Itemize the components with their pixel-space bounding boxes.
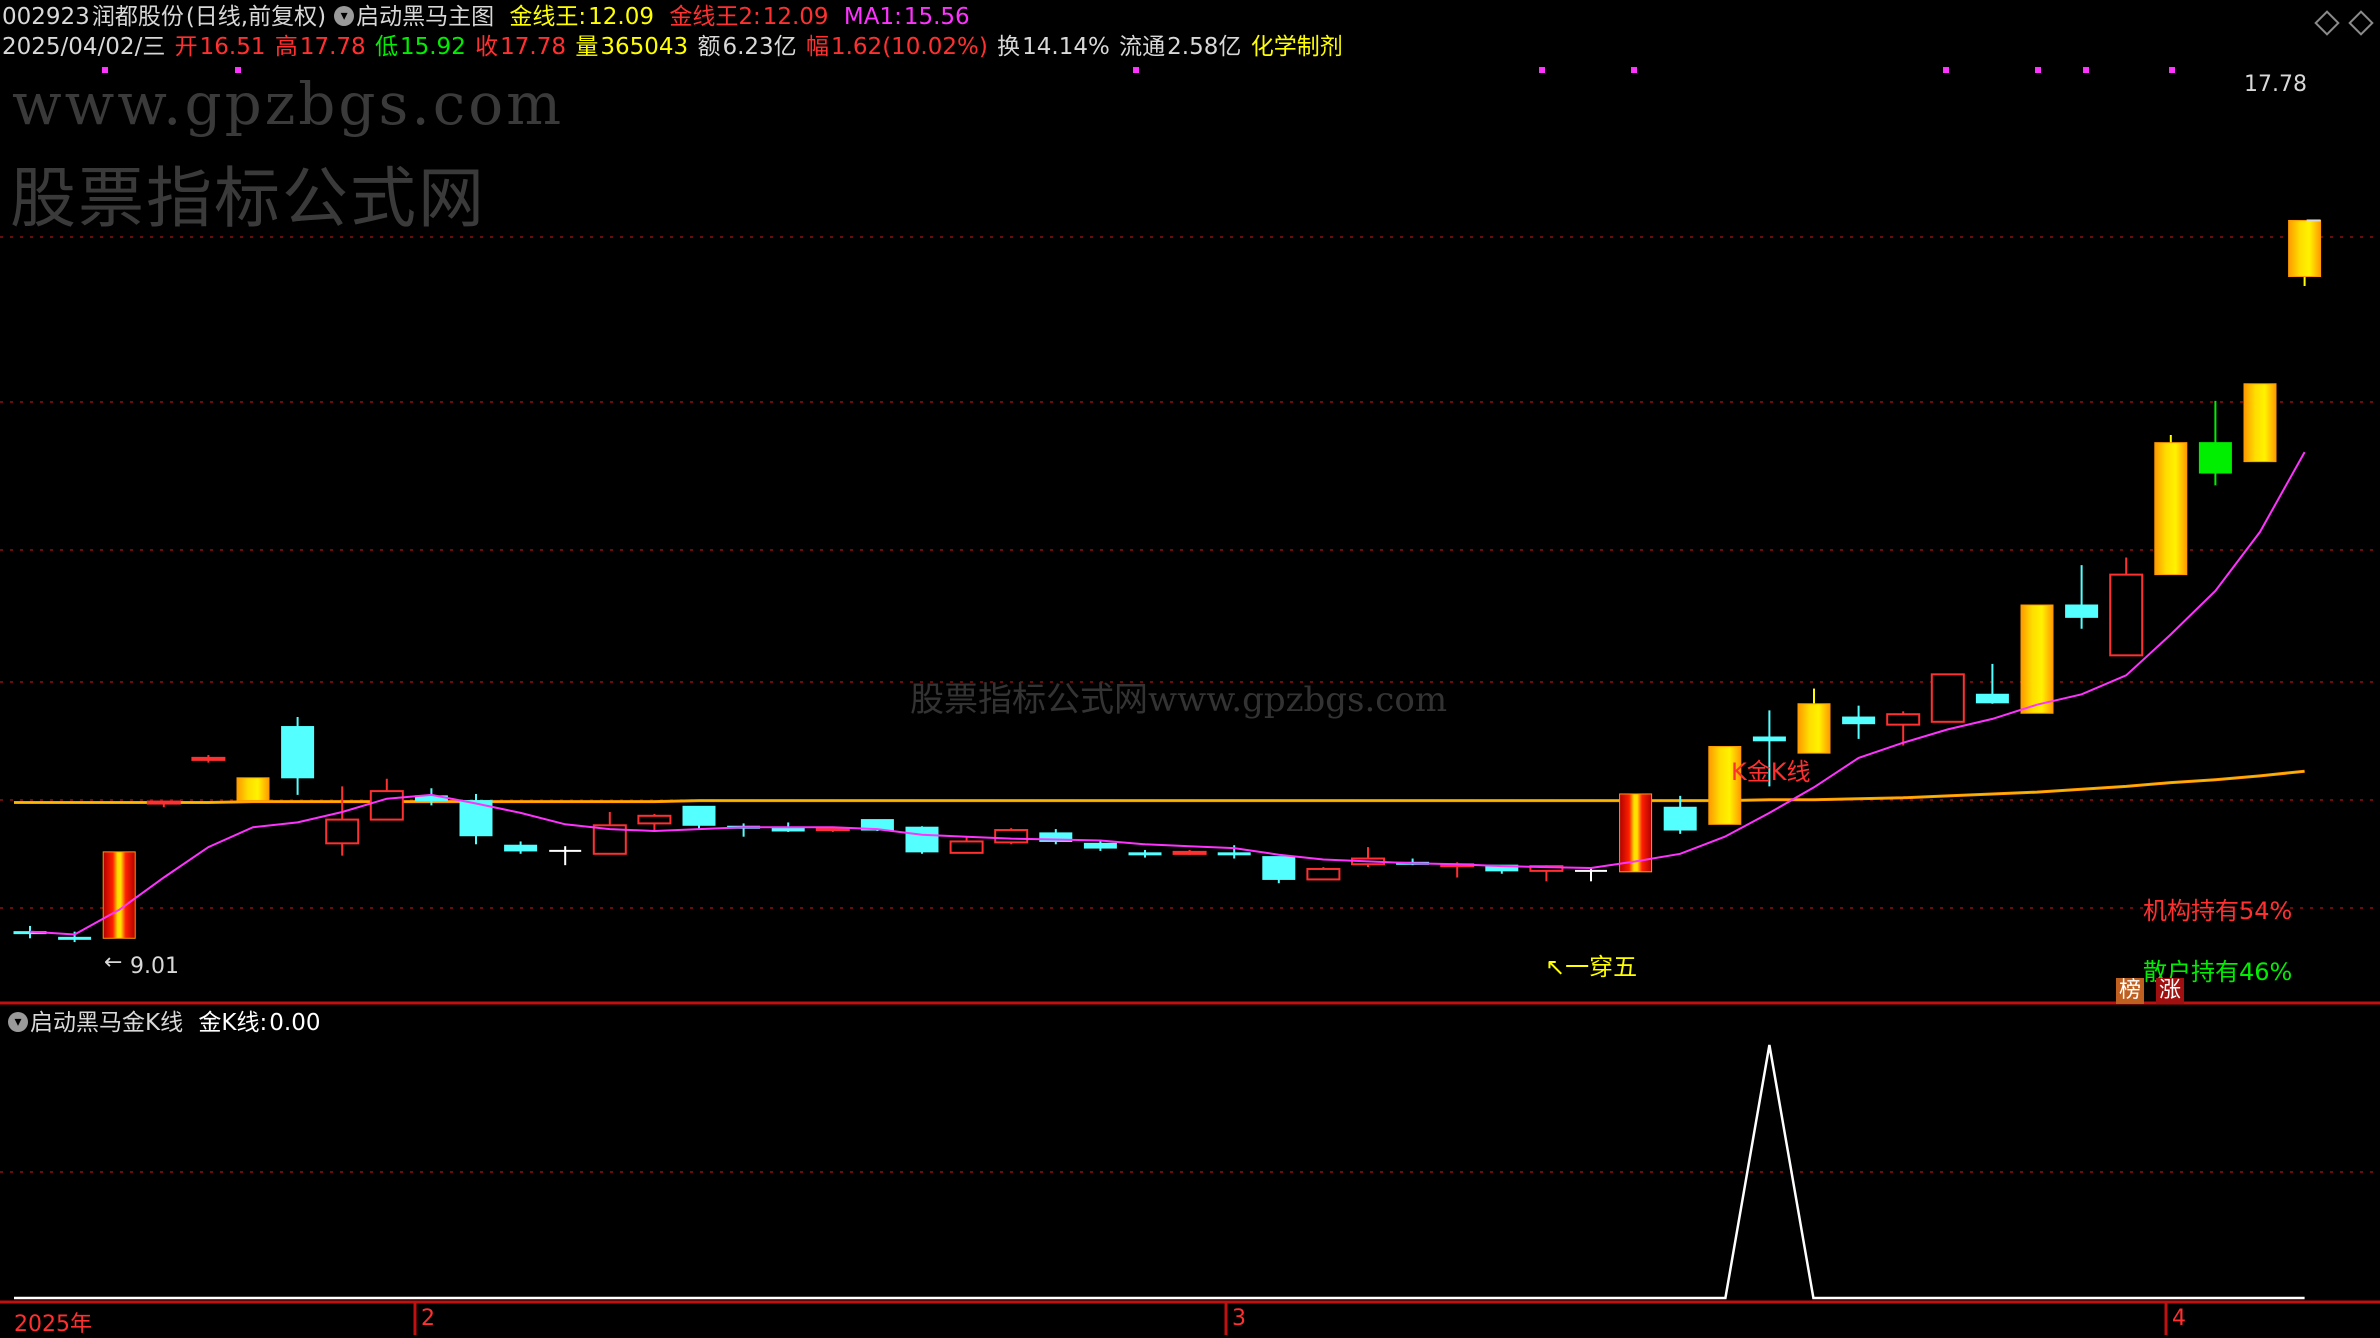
- high-label: 高: [274, 34, 298, 60]
- candle-body: [1128, 852, 1162, 856]
- candle-body: [1886, 713, 1921, 726]
- signal-dot: [1943, 67, 1949, 73]
- turnover-label: 换: [997, 34, 1021, 60]
- header-line-1: 002923润都股份(日线,前复权) ▾ 启动黑马主图 金线王:12.09 金线王2…: [2, 3, 972, 31]
- stock-name[interactable]: 润都股份: [92, 4, 184, 30]
- candle-body: [1172, 850, 1207, 855]
- float-value: 2.58亿: [1167, 34, 1242, 60]
- quote-date: 2025/04/02/三: [2, 34, 166, 60]
- gold-line2-label: 金线王2:: [669, 4, 761, 30]
- arrow-left-icon: ←: [104, 950, 123, 975]
- candle-body: [58, 936, 92, 940]
- signal-dot: [2169, 67, 2175, 73]
- stock-code[interactable]: 002923: [2, 4, 90, 30]
- sub-panel-title[interactable]: 启动黑马金K线: [30, 1010, 183, 1036]
- amount-label: 额: [697, 34, 721, 60]
- watermark-site: 股票指标公式网: [10, 160, 486, 237]
- volume-value: 365043: [600, 34, 689, 60]
- open-label: 开: [174, 34, 198, 60]
- time-axis-label: 3: [1232, 1306, 1246, 1331]
- candle-body: [2243, 383, 2277, 463]
- candle-body: [2154, 442, 2188, 576]
- candle-body: [146, 800, 181, 805]
- candle-body: [771, 827, 805, 832]
- float-label: 流通: [1119, 34, 1166, 60]
- low-value: 15.92: [399, 34, 466, 60]
- open-value: 16.51: [199, 34, 266, 60]
- time-axis-label: 4: [2172, 1306, 2186, 1331]
- change-value: 1.62(10.02%): [830, 34, 988, 60]
- gold-line-label: 金线王:: [509, 4, 587, 30]
- candle-body: [2198, 442, 2232, 474]
- gold-line-value: 12.09: [588, 4, 654, 30]
- sub-panel-label: 金K线:: [198, 1010, 268, 1036]
- industry[interactable]: 化学制剂: [1251, 34, 1343, 60]
- chevron-down-icon[interactable]: ▾: [334, 6, 355, 26]
- candle-body: [1842, 716, 1876, 725]
- signal-dot: [2083, 67, 2089, 73]
- candle-body: [682, 805, 716, 826]
- candle-body: [369, 790, 404, 821]
- signal-dot: [1539, 67, 1545, 73]
- gold-line-2: [14, 770, 2305, 803]
- sub-panel-header: ▾ 启动黑马金K线 金K线:0.00: [2, 1009, 322, 1037]
- ranking-badge[interactable]: 榜: [2116, 978, 2145, 1004]
- candle-body: [102, 851, 136, 939]
- rise-badge[interactable]: 涨: [2156, 978, 2185, 1004]
- candle-body: [1663, 806, 1697, 831]
- candle-body: [1083, 842, 1117, 849]
- indicator-name[interactable]: 启动黑马主图: [356, 4, 494, 30]
- one-through-five-label: ↖一穿五: [1545, 953, 1638, 981]
- candle-body: [1797, 703, 1831, 754]
- ma-label: MA1:: [843, 4, 902, 30]
- close-label: 收: [475, 34, 499, 60]
- candle-body: [2020, 604, 2054, 714]
- candle-body: [2288, 219, 2322, 277]
- candle-body: [2109, 573, 2144, 657]
- candle-body: [905, 826, 939, 853]
- low-price-marker: 9.01: [130, 954, 179, 979]
- gold-k-label: K金K线: [1731, 758, 1811, 786]
- candle-body: [1306, 867, 1341, 881]
- candle-body: [637, 814, 672, 825]
- candle-body: [504, 844, 538, 852]
- candle-body: [994, 829, 1029, 844]
- turnover-value: 14.14%: [1022, 34, 1110, 60]
- signal-dot: [1631, 67, 1637, 73]
- period[interactable]: (日线,前复权): [186, 4, 326, 30]
- high-value: 17.78: [299, 34, 366, 60]
- candle-body: [1217, 852, 1251, 856]
- candle-body: [191, 756, 226, 761]
- candle-body: [1975, 693, 2009, 704]
- header-line-2: 2025/04/02/三 开16.51 高17.78 低15.92 收17.78…: [2, 33, 1345, 61]
- high-price-marker: 17.78: [2244, 72, 2307, 97]
- watermark-url: www.gpzbgs.com: [12, 70, 565, 138]
- watermark-center: 股票指标公式网www.gpzbgs.com: [910, 680, 1448, 720]
- candle-body: [2065, 604, 2099, 618]
- signal-dot: [2035, 67, 2041, 73]
- low-label: 低: [374, 34, 398, 60]
- change-label: 幅: [805, 34, 829, 60]
- time-axis-label: 2: [421, 1306, 435, 1331]
- candle-body: [281, 726, 315, 779]
- close-value: 17.78: [500, 34, 567, 60]
- candle-body: [1752, 736, 1786, 742]
- volume-label: 量: [575, 34, 599, 60]
- candle-body: [949, 840, 984, 854]
- candle-body: [236, 777, 270, 802]
- ma-value: 15.56: [903, 4, 970, 30]
- candle-body: [1930, 673, 1965, 723]
- gold-line2-value: 12.09: [762, 4, 829, 30]
- time-axis-label: 2025年: [14, 1312, 92, 1337]
- sub-panel-value: 0.00: [269, 1010, 321, 1036]
- institution-holding: 机构持有54%: [2143, 897, 2293, 925]
- chevron-down-icon[interactable]: ▾: [8, 1012, 28, 1032]
- signal-dot: [1133, 67, 1139, 73]
- candle-body: [325, 818, 360, 845]
- gold-line: [14, 769, 2305, 804]
- amount-value: 6.23亿: [722, 34, 797, 60]
- candle-body: [1262, 856, 1296, 880]
